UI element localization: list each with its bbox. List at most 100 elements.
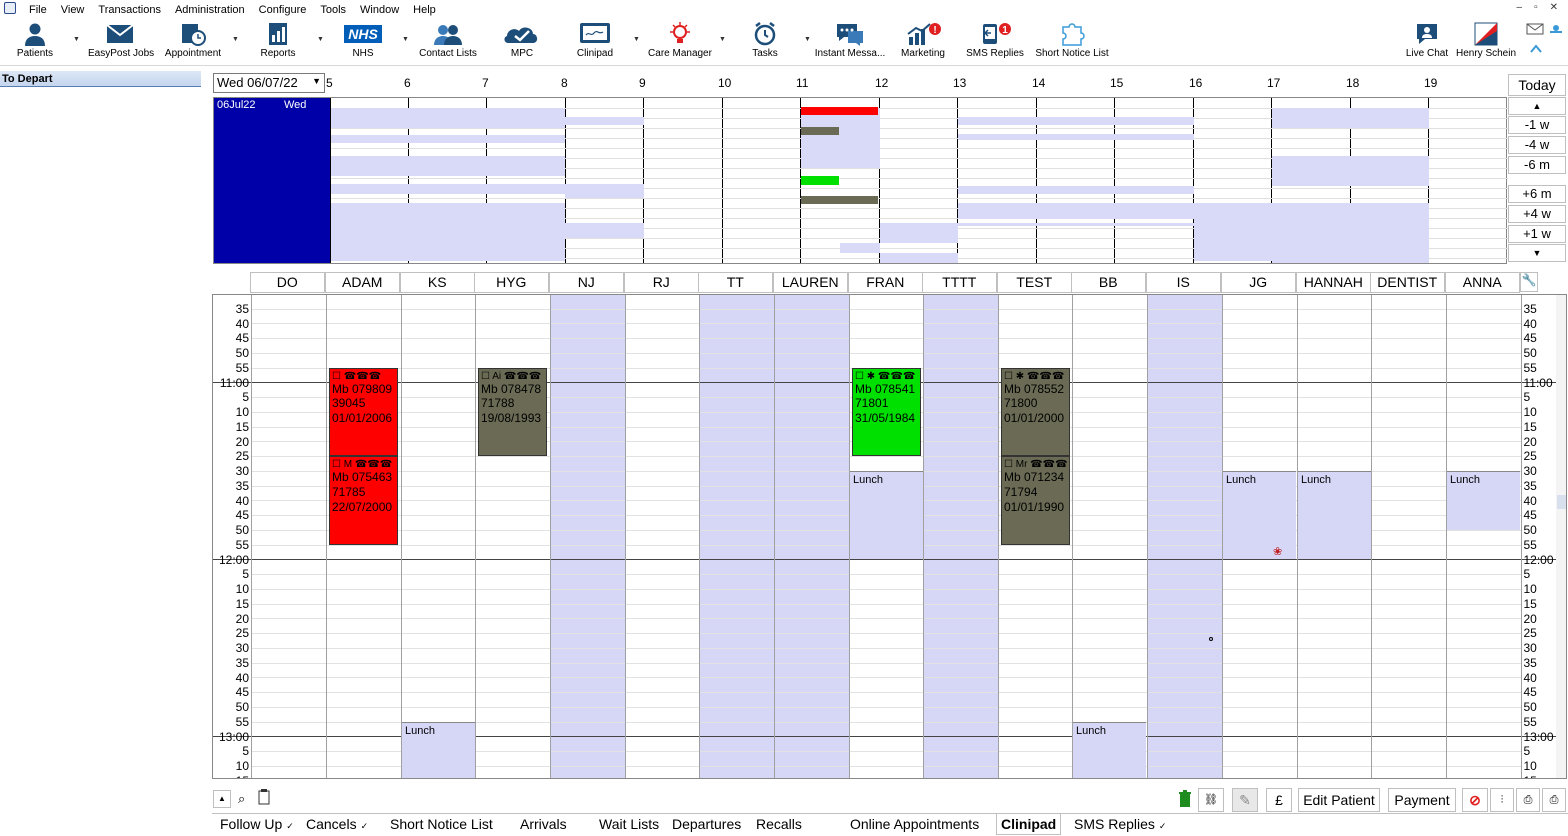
lunch-block[interactable]: Lunch bbox=[1073, 721, 1146, 778]
appointment-block[interactable]: ☐ ☎☎☎ Mb 079809 39045 01/01/2006 bbox=[329, 367, 398, 457]
tab-wait-lists[interactable]: Wait Lists bbox=[595, 814, 663, 835]
appointment-dropdown-icon[interactable]: ▼ bbox=[232, 36, 239, 43]
live-chat-button[interactable]: Live Chat bbox=[1404, 21, 1450, 63]
week-appointment-marker[interactable] bbox=[801, 176, 839, 185]
payment-button[interactable]: Payment bbox=[1388, 788, 1456, 812]
lunch-block[interactable]: Lunch bbox=[1223, 470, 1296, 560]
week-appointment-marker[interactable] bbox=[801, 196, 878, 204]
appointment-block[interactable]: ☐ ✱ ☎☎☎ Mb 078541 71801 31/05/1984 bbox=[852, 367, 921, 457]
tab-arrivals[interactable]: Arrivals bbox=[516, 814, 571, 835]
menu-window[interactable]: Window bbox=[353, 0, 406, 18]
tab-recalls[interactable]: Recalls bbox=[752, 814, 806, 835]
menu-help[interactable]: Help bbox=[406, 0, 443, 18]
appointment-status-icons[interactable]: ☐ ✱ ☎☎☎ bbox=[855, 371, 919, 382]
menu-configure[interactable]: Configure bbox=[252, 0, 314, 18]
column-header-test[interactable]: TEST bbox=[997, 272, 1072, 293]
sms-replies-button[interactable]: 1 SMS Replies bbox=[966, 21, 1024, 63]
collapse-up-button[interactable]: ▲ bbox=[213, 790, 231, 808]
trash-icon[interactable] bbox=[1178, 790, 1192, 808]
column-header-tt[interactable]: TT bbox=[698, 272, 773, 293]
clipboard-icon[interactable] bbox=[258, 789, 270, 805]
mail-status-icon[interactable] bbox=[1526, 22, 1544, 36]
appointment-button[interactable]: Appointment bbox=[162, 21, 224, 63]
short-notice-list-button[interactable]: Short Notice List bbox=[1034, 21, 1110, 63]
tab-cancels[interactable]: Cancels ✓ bbox=[302, 814, 372, 835]
nhs-dropdown-icon[interactable]: ▼ bbox=[402, 36, 409, 43]
clinipad-dropdown-icon[interactable]: ▼ bbox=[633, 36, 640, 43]
contact-lists-button[interactable]: Contact Lists bbox=[418, 21, 478, 63]
column-header-rj[interactable]: RJ bbox=[624, 272, 699, 293]
edit-patient-button[interactable]: Edit Patient bbox=[1298, 788, 1380, 812]
easypost-jobs-button[interactable]: EasyPost Jobs bbox=[88, 21, 154, 63]
menu-transactions[interactable]: Transactions bbox=[91, 0, 168, 18]
wrench-icon[interactable]: 🔧 bbox=[1520, 272, 1538, 292]
edit-disabled-button[interactable]: ✎ bbox=[1232, 788, 1258, 812]
print-button[interactable]: ⎙ bbox=[1516, 788, 1540, 812]
patients-button[interactable]: Patients bbox=[14, 21, 56, 63]
tab-short-notice-list[interactable]: Short Notice List bbox=[386, 814, 497, 835]
column-header-hannah[interactable]: HANNAH bbox=[1296, 272, 1371, 293]
menu-administration[interactable]: Administration bbox=[168, 0, 252, 18]
instant-messages-button[interactable]: Instant Messa... bbox=[814, 21, 886, 63]
menu-file[interactable]: File bbox=[22, 0, 54, 18]
reports-dropdown-icon[interactable]: ▼ bbox=[317, 36, 324, 43]
column-header-adam[interactable]: ADAM bbox=[325, 272, 400, 293]
appointment-status-icons[interactable]: ☐ ☎☎☎ bbox=[332, 371, 396, 382]
appointment-status-icons[interactable]: ☐ Mr ☎☎☎ bbox=[1004, 459, 1068, 470]
back-1-week-button[interactable]: -1 w bbox=[1508, 116, 1566, 134]
tab-departures[interactable]: Departures bbox=[668, 814, 745, 835]
mpc-button[interactable]: MPC bbox=[500, 21, 544, 63]
vertical-scrollbar[interactable] bbox=[1556, 295, 1566, 778]
lunch-block[interactable]: Lunch bbox=[1447, 470, 1520, 530]
tab-sms-replies[interactable]: SMS Replies ✓ bbox=[1070, 814, 1170, 835]
appointment-block[interactable]: ☐ Mr ☎☎☎ Mb 071234 71794 01/01/1990 bbox=[1001, 456, 1070, 545]
care-manager-dropdown-icon[interactable]: ▼ bbox=[719, 36, 726, 43]
close-icon[interactable]: ✕ bbox=[1550, 2, 1558, 13]
scrollbar-thumb[interactable] bbox=[1557, 495, 1566, 509]
lunch-block[interactable]: Lunch bbox=[1298, 470, 1371, 560]
tab-clinipad[interactable]: Clinipad bbox=[996, 814, 1062, 835]
column-header-is[interactable]: IS bbox=[1146, 272, 1221, 293]
appointment-block[interactable]: ☐ M ☎☎☎ Mb 075463 71785 22/07/2000 bbox=[329, 456, 398, 545]
nhs-button[interactable]: NHS NHS bbox=[341, 21, 385, 63]
forward-6-months-button[interactable]: +6 m bbox=[1508, 185, 1566, 203]
menu-view[interactable]: View bbox=[54, 0, 92, 18]
app-logo-icon[interactable] bbox=[4, 2, 16, 14]
lunch-block[interactable]: Lunch bbox=[402, 721, 475, 778]
tab-online-appointments[interactable]: Online Appointments bbox=[846, 814, 983, 835]
scroll-down-button[interactable]: ▼ bbox=[1508, 244, 1566, 262]
restore-icon[interactable]: ▫ bbox=[1534, 2, 1538, 13]
search-icon[interactable]: ⌕ bbox=[238, 791, 245, 807]
appointment-book[interactable]: 35 35 40 40 45 45 50 50 55 55 11:00 11:00 5 5 10 10 15 15… bbox=[212, 294, 1567, 779]
appointment-block[interactable]: ☐ Ai ☎☎☎ Mb 078478 71788 19/08/1993 bbox=[478, 367, 547, 457]
henry-schein-button[interactable]: Henry Schein bbox=[1455, 21, 1517, 63]
scroll-up-button[interactable]: ▲ bbox=[1508, 97, 1566, 115]
week-appointment-marker[interactable] bbox=[801, 107, 878, 115]
marketing-button[interactable]: ! Marketing bbox=[898, 21, 948, 63]
column-header-tttt[interactable]: TTTT bbox=[922, 272, 997, 293]
pound-button[interactable]: £ bbox=[1266, 788, 1292, 812]
column-header-anna[interactable]: ANNA bbox=[1445, 272, 1520, 293]
column-header-dentist[interactable]: DENTIST bbox=[1370, 272, 1445, 293]
patients-dropdown-icon[interactable]: ▼ bbox=[73, 36, 80, 43]
connection-status-icon[interactable] bbox=[1548, 22, 1564, 36]
column-header-hyg[interactable]: HYG bbox=[474, 272, 549, 293]
menu-tools[interactable]: Tools bbox=[313, 0, 353, 18]
appointment-block[interactable]: ☐ ✱ ☎☎☎ Mb 078552 71800 01/01/2000 bbox=[1001, 367, 1070, 457]
tab-follow-up[interactable]: Follow Up ✓ bbox=[216, 814, 298, 835]
tasks-dropdown-icon[interactable]: ▼ bbox=[804, 36, 811, 43]
print-split-button[interactable]: ⫶ bbox=[1490, 788, 1514, 812]
column-header-bb[interactable]: BB bbox=[1071, 272, 1146, 293]
to-depart-header[interactable]: To Depart bbox=[0, 71, 201, 87]
forward-1-week-button[interactable]: +1 w bbox=[1508, 225, 1566, 243]
appointment-status-icons[interactable]: ☐ M ☎☎☎ bbox=[332, 459, 396, 470]
column-header-fran[interactable]: FRAN bbox=[848, 272, 923, 293]
link-button[interactable]: ⛓ bbox=[1198, 788, 1224, 812]
appointment-status-icons[interactable]: ☐ ✱ ☎☎☎ bbox=[1004, 371, 1068, 382]
lunch-block[interactable]: Lunch bbox=[850, 470, 923, 560]
week-appointment-marker[interactable] bbox=[801, 127, 839, 135]
back-6-months-button[interactable]: -6 m bbox=[1508, 156, 1566, 174]
sync-status-icon[interactable] bbox=[1528, 42, 1546, 56]
today-block[interactable]: 06Jul22 Wed bbox=[214, 98, 330, 263]
tasks-button[interactable]: Tasks bbox=[748, 21, 782, 63]
